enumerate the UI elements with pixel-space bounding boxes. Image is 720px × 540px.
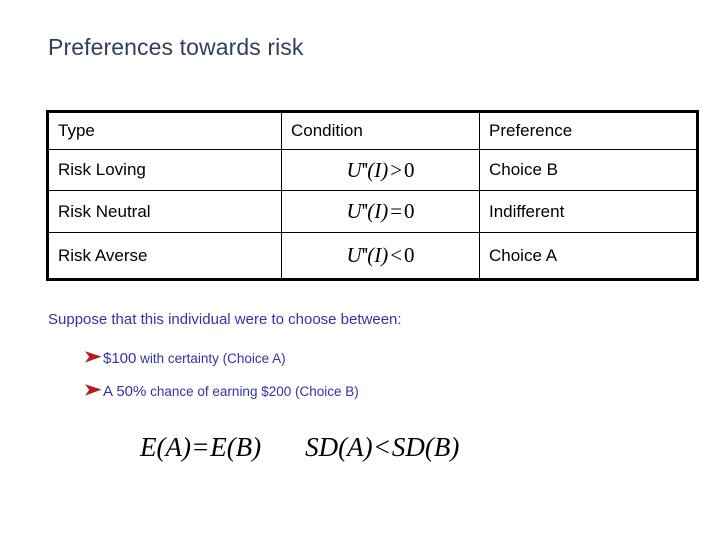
table-header-row: Type Condition Preference (46, 110, 699, 150)
cell-condition-risk-averse: U''(I)<0 (281, 232, 480, 281)
risk-preferences-table: Type Condition Preference Risk Loving U'… (46, 110, 699, 281)
column-header-preference: Preference (479, 110, 699, 150)
intro-text: Suppose that this individual were to cho… (48, 311, 402, 328)
cell-preference-risk-loving: Choice B (479, 149, 699, 191)
cell-preference-risk-neutral: Indifferent (479, 190, 699, 233)
list-item: A 50% chance of earning $200 (Choice B) (84, 382, 359, 400)
math-expression: U''(I)>0 (346, 157, 415, 182)
cell-condition-risk-loving: U''(I)>0 (281, 149, 480, 191)
list-item-label: A 50% chance of earning $200 (Choice B) (103, 383, 359, 400)
column-header-condition: Condition (281, 110, 480, 150)
table-row: Risk Loving U''(I)>0 Choice B (46, 149, 699, 191)
table-row: Risk Averse U''(I)<0 Choice A (46, 232, 699, 281)
table-row: Risk Neutral U''(I)=0 Indifferent (46, 190, 699, 233)
column-header-type: Type (46, 110, 282, 150)
list-item: $100 with certainty (Choice A) (84, 349, 286, 367)
equation-standard-deviation: SD(A)<SD(B) (305, 432, 460, 462)
page-title: Preferences towards risk (48, 34, 304, 60)
arrowhead-bullet-icon (84, 383, 103, 397)
slide-canvas: Preferences towards risk Type Condition … (0, 0, 720, 540)
math-expression: U''(I)<0 (346, 243, 415, 267)
list-item-label: $100 with certainty (Choice A) (103, 350, 286, 367)
cell-type-risk-loving: Risk Loving (46, 149, 282, 191)
bottom-equations: E(A)=E(B) SD(A)<SD(B) (140, 432, 459, 463)
equation-expected-value: E(A)=E(B) (140, 432, 262, 462)
arrowhead-bullet-icon (84, 350, 103, 364)
math-expression: U''(I)=0 (346, 199, 415, 223)
cell-preference-risk-averse: Choice A (479, 232, 699, 281)
cell-type-risk-averse: Risk Averse (46, 232, 282, 281)
cell-type-risk-neutral: Risk Neutral (46, 190, 282, 233)
cell-condition-risk-neutral: U''(I)=0 (281, 190, 480, 233)
